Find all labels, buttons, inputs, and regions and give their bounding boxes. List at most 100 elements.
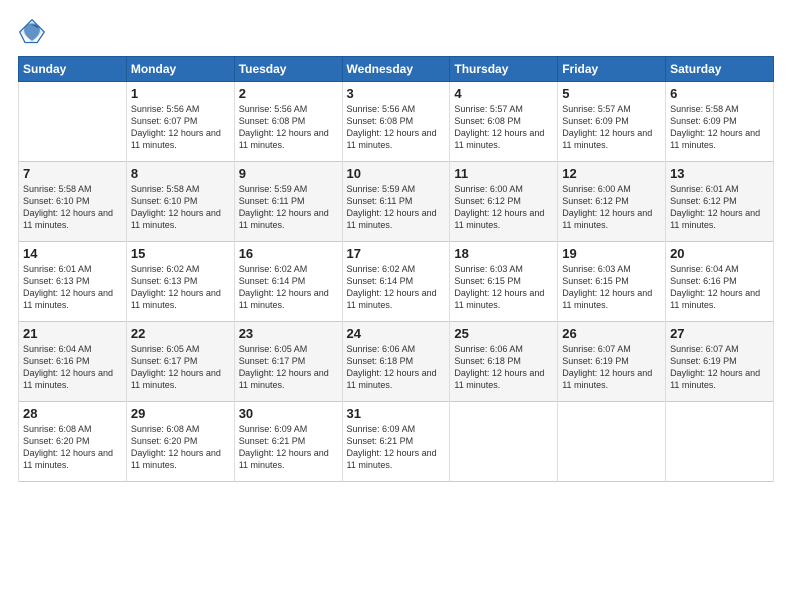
day-number: 8 <box>131 166 230 181</box>
day-info: Sunrise: 6:03 AMSunset: 6:15 PMDaylight:… <box>454 263 553 312</box>
day-number: 7 <box>23 166 122 181</box>
day-number: 11 <box>454 166 553 181</box>
header <box>18 18 774 46</box>
calendar-cell: 4 Sunrise: 5:57 AMSunset: 6:08 PMDaylight… <box>450 82 558 162</box>
calendar-cell <box>450 402 558 482</box>
day-info: Sunrise: 5:58 AMSunset: 6:10 PMDaylight:… <box>23 183 122 232</box>
calendar-cell: 7 Sunrise: 5:58 AMSunset: 6:10 PMDaylight… <box>19 162 127 242</box>
weekday-header-row: SundayMondayTuesdayWednesdayThursdayFrid… <box>19 57 774 82</box>
calendar-cell: 2 Sunrise: 5:56 AMSunset: 6:08 PMDaylight… <box>234 82 342 162</box>
day-number: 18 <box>454 246 553 261</box>
calendar-cell: 9 Sunrise: 5:59 AMSunset: 6:11 PMDaylight… <box>234 162 342 242</box>
calendar-cell: 28Sunrise: 6:08 AMSunset: 6:20 PMDayligh… <box>19 402 127 482</box>
day-info: Sunrise: 6:06 AMSunset: 6:18 PMDaylight:… <box>454 343 553 392</box>
calendar-cell: 23 Sunrise: 6:05 AMSunset: 6:17 PMDayligh… <box>234 322 342 402</box>
day-info: Sunrise: 6:04 AMSunset: 6:16 PMDaylight:… <box>23 343 122 392</box>
day-info: Sunrise: 5:59 AMSunset: 6:11 PMDaylight:… <box>347 183 446 232</box>
calendar-week-row: 1 Sunrise: 5:56 AMSunset: 6:07 PMDaylight… <box>19 82 774 162</box>
calendar-cell: 13 Sunrise: 6:01 AMSunset: 6:12 PMDayligh… <box>666 162 774 242</box>
calendar-cell: 25 Sunrise: 6:06 AMSunset: 6:18 PMDayligh… <box>450 322 558 402</box>
logo-icon <box>18 18 46 46</box>
calendar-week-row: 21Sunrise: 6:04 AMSunset: 6:16 PMDayligh… <box>19 322 774 402</box>
day-number: 12 <box>562 166 661 181</box>
calendar-cell: 24Sunrise: 6:06 AMSunset: 6:18 PMDayligh… <box>342 322 450 402</box>
day-number: 16 <box>239 246 338 261</box>
weekday-header-monday: Monday <box>126 57 234 82</box>
day-number: 14 <box>23 246 122 261</box>
day-number: 1 <box>131 86 230 101</box>
day-number: 25 <box>454 326 553 341</box>
calendar-cell: 1 Sunrise: 5:56 AMSunset: 6:07 PMDaylight… <box>126 82 234 162</box>
day-number: 20 <box>670 246 769 261</box>
day-info: Sunrise: 6:00 AMSunset: 6:12 PMDaylight:… <box>562 183 661 232</box>
calendar-cell: 12 Sunrise: 6:00 AMSunset: 6:12 PMDayligh… <box>558 162 666 242</box>
weekday-header-thursday: Thursday <box>450 57 558 82</box>
calendar-cell: 11 Sunrise: 6:00 AMSunset: 6:12 PMDayligh… <box>450 162 558 242</box>
calendar-cell: 30 Sunrise: 6:09 AMSunset: 6:21 PMDayligh… <box>234 402 342 482</box>
day-info: Sunrise: 5:56 AMSunset: 6:07 PMDaylight:… <box>131 103 230 152</box>
calendar-cell: 5 Sunrise: 5:57 AMSunset: 6:09 PMDaylight… <box>558 82 666 162</box>
day-number: 15 <box>131 246 230 261</box>
day-number: 2 <box>239 86 338 101</box>
calendar-cell: 10 Sunrise: 5:59 AMSunset: 6:11 PMDayligh… <box>342 162 450 242</box>
calendar-week-row: 14Sunrise: 6:01 AMSunset: 6:13 PMDayligh… <box>19 242 774 322</box>
day-info: Sunrise: 5:57 AMSunset: 6:08 PMDaylight:… <box>454 103 553 152</box>
day-number: 26 <box>562 326 661 341</box>
day-number: 22 <box>131 326 230 341</box>
day-number: 19 <box>562 246 661 261</box>
calendar-cell: 22Sunrise: 6:05 AMSunset: 6:17 PMDayligh… <box>126 322 234 402</box>
calendar-cell: 3 Sunrise: 5:56 AMSunset: 6:08 PMDaylight… <box>342 82 450 162</box>
day-info: Sunrise: 6:09 AMSunset: 6:21 PMDaylight:… <box>239 423 338 472</box>
day-info: Sunrise: 6:08 AMSunset: 6:20 PMDaylight:… <box>131 423 230 472</box>
day-number: 29 <box>131 406 230 421</box>
day-info: Sunrise: 6:05 AMSunset: 6:17 PMDaylight:… <box>239 343 338 392</box>
day-info: Sunrise: 5:58 AMSunset: 6:09 PMDaylight:… <box>670 103 769 152</box>
day-number: 6 <box>670 86 769 101</box>
day-number: 9 <box>239 166 338 181</box>
day-number: 4 <box>454 86 553 101</box>
day-number: 30 <box>239 406 338 421</box>
day-info: Sunrise: 5:57 AMSunset: 6:09 PMDaylight:… <box>562 103 661 152</box>
day-info: Sunrise: 6:01 AMSunset: 6:12 PMDaylight:… <box>670 183 769 232</box>
calendar-cell: 26 Sunrise: 6:07 AMSunset: 6:19 PMDayligh… <box>558 322 666 402</box>
calendar-cell <box>558 402 666 482</box>
calendar-cell: 6 Sunrise: 5:58 AMSunset: 6:09 PMDaylight… <box>666 82 774 162</box>
calendar-cell: 15 Sunrise: 6:02 AMSunset: 6:13 PMDayligh… <box>126 242 234 322</box>
day-number: 5 <box>562 86 661 101</box>
page: SundayMondayTuesdayWednesdayThursdayFrid… <box>0 0 792 612</box>
day-info: Sunrise: 6:08 AMSunset: 6:20 PMDaylight:… <box>23 423 122 472</box>
weekday-header-friday: Friday <box>558 57 666 82</box>
day-info: Sunrise: 6:02 AMSunset: 6:14 PMDaylight:… <box>347 263 446 312</box>
day-number: 3 <box>347 86 446 101</box>
weekday-header-wednesday: Wednesday <box>342 57 450 82</box>
day-number: 13 <box>670 166 769 181</box>
day-info: Sunrise: 6:00 AMSunset: 6:12 PMDaylight:… <box>454 183 553 232</box>
calendar-cell <box>19 82 127 162</box>
calendar-week-row: 7 Sunrise: 5:58 AMSunset: 6:10 PMDaylight… <box>19 162 774 242</box>
day-info: Sunrise: 5:58 AMSunset: 6:10 PMDaylight:… <box>131 183 230 232</box>
calendar-cell: 29 Sunrise: 6:08 AMSunset: 6:20 PMDayligh… <box>126 402 234 482</box>
day-number: 27 <box>670 326 769 341</box>
weekday-header-tuesday: Tuesday <box>234 57 342 82</box>
day-info: Sunrise: 6:02 AMSunset: 6:13 PMDaylight:… <box>131 263 230 312</box>
day-info: Sunrise: 6:07 AMSunset: 6:19 PMDaylight:… <box>670 343 769 392</box>
day-number: 24 <box>347 326 446 341</box>
day-number: 23 <box>239 326 338 341</box>
day-info: Sunrise: 6:03 AMSunset: 6:15 PMDaylight:… <box>562 263 661 312</box>
day-info: Sunrise: 6:04 AMSunset: 6:16 PMDaylight:… <box>670 263 769 312</box>
day-info: Sunrise: 6:02 AMSunset: 6:14 PMDaylight:… <box>239 263 338 312</box>
calendar-cell: 21Sunrise: 6:04 AMSunset: 6:16 PMDayligh… <box>19 322 127 402</box>
day-info: Sunrise: 6:09 AMSunset: 6:21 PMDaylight:… <box>347 423 446 472</box>
calendar-week-row: 28Sunrise: 6:08 AMSunset: 6:20 PMDayligh… <box>19 402 774 482</box>
day-info: Sunrise: 5:56 AMSunset: 6:08 PMDaylight:… <box>347 103 446 152</box>
day-number: 31 <box>347 406 446 421</box>
calendar-cell: 16 Sunrise: 6:02 AMSunset: 6:14 PMDayligh… <box>234 242 342 322</box>
day-info: Sunrise: 5:56 AMSunset: 6:08 PMDaylight:… <box>239 103 338 152</box>
day-info: Sunrise: 6:07 AMSunset: 6:19 PMDaylight:… <box>562 343 661 392</box>
weekday-header-sunday: Sunday <box>19 57 127 82</box>
calendar-cell: 27 Sunrise: 6:07 AMSunset: 6:19 PMDayligh… <box>666 322 774 402</box>
day-number: 10 <box>347 166 446 181</box>
day-info: Sunrise: 5:59 AMSunset: 6:11 PMDaylight:… <box>239 183 338 232</box>
calendar-cell <box>666 402 774 482</box>
calendar-cell: 31 Sunrise: 6:09 AMSunset: 6:21 PMDayligh… <box>342 402 450 482</box>
